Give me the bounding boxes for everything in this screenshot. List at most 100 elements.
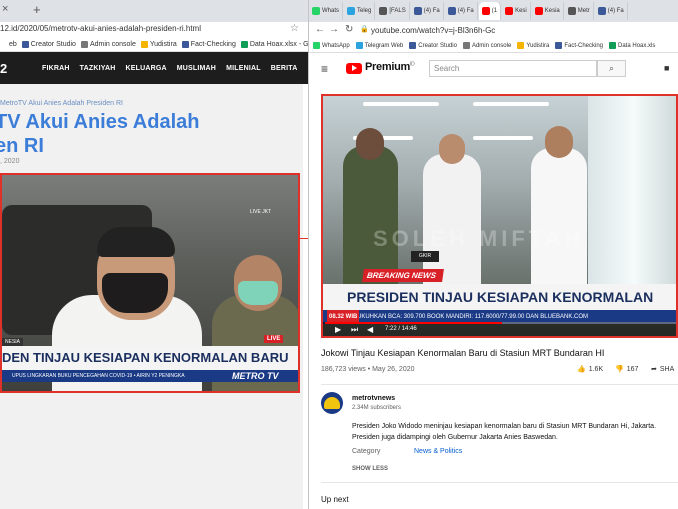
left-tab-bar: × + (0, 0, 309, 22)
new-tab-icon[interactable]: + (33, 2, 41, 17)
headline-line-2: en RI (0, 135, 44, 157)
bookmark-label: Fact-Checking (564, 42, 604, 49)
browser-tab[interactable]: Teleg (344, 2, 376, 20)
channel-avatar[interactable] (321, 392, 343, 414)
channel-name[interactable]: metrotvnews (352, 395, 395, 402)
site-menu-item[interactable]: TAZKIYAH (80, 65, 116, 72)
browser-tab[interactable]: Kesia (531, 2, 564, 20)
bookmark-item[interactable]: Telegram Web (355, 42, 404, 49)
browser-tab[interactable]: [FALS (376, 2, 410, 20)
browser-tab[interactable]: Kesi (502, 2, 531, 20)
youtube-search-input[interactable]: Search (429, 60, 597, 77)
browser-tab[interactable]: Whats (309, 2, 344, 20)
bookmark-item[interactable]: Yudistira (140, 41, 177, 48)
subscriber-count: 2.34M subscribers (352, 405, 402, 411)
divider (321, 384, 678, 385)
site-menu-item[interactable]: MILENIAL (226, 65, 261, 72)
progress-bar[interactable] (325, 322, 676, 324)
youtube-logo-text[interactable]: PremiumID (365, 61, 415, 73)
play-icon[interactable]: ▶ (335, 325, 341, 334)
bookmark-item[interactable]: Yudistira (517, 42, 549, 49)
browser-tab[interactable]: (4) Fa (594, 2, 628, 20)
bookmark-item[interactable]: Fact-Checking (555, 42, 603, 49)
video-stats: 186,723 views • May 26, 2020 (321, 366, 415, 373)
next-icon[interactable]: ⏭ (351, 325, 358, 335)
bookmark-item[interactable]: Fact-Checking (181, 41, 236, 48)
browser-tab[interactable]: Metr (564, 2, 594, 20)
tab-favicon-icon (347, 7, 356, 15)
browser-tab[interactable]: (1 (478, 2, 502, 20)
tab-favicon-icon (413, 7, 422, 15)
right-bookmarks-bar: WhatsApp Telegram Web Creator Studio Admin … (309, 39, 678, 53)
tab-favicon-icon (447, 7, 456, 15)
bookmark-favicon-icon (140, 41, 148, 48)
share-button[interactable]: ➦ SHA (651, 365, 675, 374)
thumbs-down-icon: 👎 (615, 366, 624, 373)
site-menu-item[interactable]: FIKRAH (42, 65, 70, 72)
right-url-text[interactable]: youtube.com/watch?v=j-Bl3n6h-Gc (371, 26, 495, 35)
bookmark-item[interactable]: Creator Studio (21, 41, 76, 48)
bookmark-label: Creator Studio (418, 42, 457, 49)
video-governor-head (439, 134, 465, 164)
bookmark-item[interactable]: WhatsApp (313, 42, 350, 49)
bookmark-label: Data Hoax.xlsx - Go... (249, 41, 309, 48)
reload-icon[interactable]: ↻ (345, 24, 353, 35)
left-address-bar[interactable]: 12.id/2020/05/metrotv-akui-anies-adalah-… (0, 22, 309, 38)
bookmark-label: Data Hoax.xls (618, 42, 656, 49)
video-officer-mask (238, 281, 278, 305)
youtube-video-player[interactable]: GKIR SOLEH MIFTAH BREAKING NEWS PRESIDEN… (321, 94, 678, 338)
site-menu-item[interactable]: MUSLIMAH (177, 65, 216, 72)
divider (321, 482, 678, 483)
bookmark-label: Yudistira (149, 41, 177, 48)
site-menu-item[interactable]: KELUARGA (125, 65, 166, 72)
description-line-1: Presiden Joko Widodo meninjau kesiapan k… (352, 423, 657, 430)
show-less-button[interactable]: SHOW LESS (352, 466, 388, 472)
bookmark-favicon-icon (181, 41, 189, 48)
youtube-play-icon (352, 65, 357, 71)
right-browser-window: Whats Teleg [FALS (4) Fa (4) Fa (1 Kesi Kesia Me… (309, 0, 678, 509)
bookmark-item[interactable]: Creator Studio (409, 42, 457, 49)
bookmark-star-icon[interactable]: ☆ (290, 23, 299, 34)
article-headline: TV Akui Anies Adalah en RI (0, 110, 295, 158)
volume-icon[interactable]: ◀ (367, 325, 373, 334)
tab-close-icon[interactable]: × (2, 3, 8, 15)
bookmark-item[interactable]: Admin console (80, 41, 136, 48)
tab-label: (4) Fa (423, 8, 440, 14)
bookmark-label: Fact-Checking (190, 41, 236, 48)
bookmark-favicon-icon (517, 42, 525, 49)
article-video-frame[interactable]: LIVE JKT NESIA LIVE DEN TINJAU KESIAPAN … (0, 173, 300, 393)
site-logo[interactable]: 2 (0, 61, 36, 76)
bookmark-item[interactable]: eb (0, 41, 17, 48)
category-link[interactable]: News & Politics (414, 448, 462, 455)
breadcrumb[interactable]: MetroTV Akui Anies Adalah Presiden RI (0, 100, 123, 107)
share-label: SHA (659, 365, 675, 373)
live-badge: LIVE (264, 335, 284, 343)
tab-label: Teleg (357, 8, 372, 14)
tab-label: Whats (322, 8, 340, 14)
tab-label: (1 (491, 8, 498, 14)
bookmark-item[interactable]: Data Hoax.xlsx - Go... (240, 41, 309, 48)
video-president-head (545, 126, 573, 158)
video-man-hair (97, 227, 175, 257)
like-count: 1.6K (588, 365, 604, 373)
back-arrow-icon[interactable]: ← (315, 24, 325, 35)
site-menu-item[interactable]: BERITA (271, 65, 298, 72)
bookmark-label: Yudistira (526, 42, 550, 49)
search-icon[interactable]: ⌕ (597, 60, 626, 77)
tab-label: (4) Fa (607, 8, 624, 14)
browser-tab[interactable]: (4) Fa (410, 2, 444, 20)
browser-tab[interactable]: (4) Fa (444, 2, 478, 20)
bookmark-item[interactable]: Admin console (462, 42, 511, 49)
bookmark-label: WhatsApp (322, 42, 350, 49)
category-label: Category (352, 448, 381, 455)
create-video-icon[interactable]: ■ (664, 63, 669, 73)
video-station-sign: GKIR (411, 251, 439, 262)
screen: × + 12.id/2020/05/metrotv-akui-anies-ada… (0, 0, 678, 509)
forward-arrow-icon[interactable]: → (329, 24, 339, 35)
bookmark-label: Telegram Web (364, 42, 404, 49)
bookmark-item[interactable]: Data Hoax.xls (609, 42, 655, 49)
ceiling-light (473, 102, 549, 106)
dislike-button[interactable]: 👎 167 (615, 365, 638, 374)
like-button[interactable]: 👍 1.6K (577, 365, 604, 374)
hamburger-menu-icon[interactable]: ≡ (321, 62, 328, 76)
